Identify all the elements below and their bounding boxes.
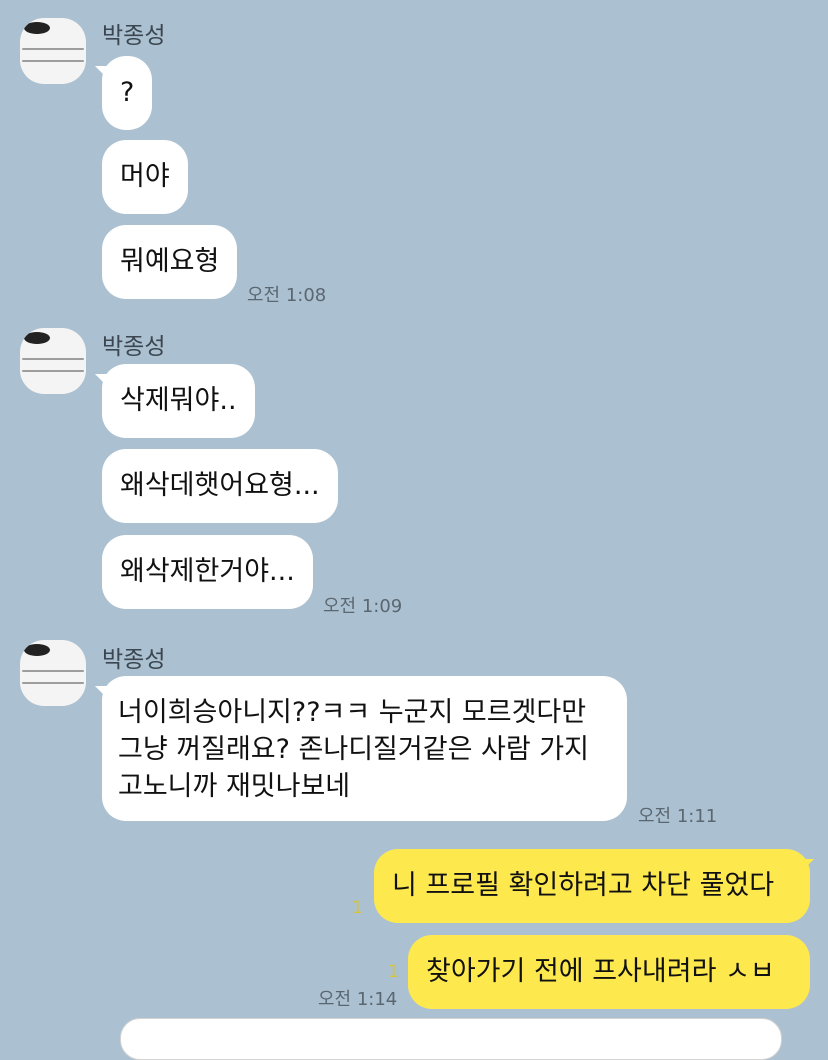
avatar-image-line: [22, 60, 84, 62]
avatar[interactable]: [20, 18, 86, 84]
message-timestamp: 오전 1:11: [638, 806, 718, 827]
avatar-image-line: [22, 370, 84, 372]
sender-name: 박종성: [102, 23, 166, 49]
avatar-image-line: [22, 682, 84, 684]
bubble-tail: [800, 859, 814, 873]
message-input-field[interactable]: [120, 1018, 782, 1060]
avatar-image-detail: [24, 644, 50, 656]
message-bubble[interactable]: 왜삭제한거야...: [102, 535, 313, 609]
avatar-image-line: [22, 670, 84, 672]
message-bubble[interactable]: 머야: [102, 140, 188, 214]
sender-name: 박종성: [102, 647, 166, 673]
message-timestamp: 오전 1:14: [318, 989, 398, 1010]
avatar-image-line: [22, 358, 84, 360]
message-timestamp: 오전 1:08: [247, 285, 327, 306]
avatar-image-line: [22, 48, 84, 50]
message-bubble[interactable]: 너이희승아니지??ㅋㅋ 누군지 모르겟다만 그냥 꺼질래요? 존나디질거같은 사…: [102, 676, 627, 821]
unread-count: 1: [352, 898, 363, 918]
message-bubble[interactable]: 삭제뭐야..: [102, 364, 255, 438]
my-message-bubble[interactable]: 니 프로필 확인하려고 차단 풀었다: [374, 849, 810, 923]
message-timestamp: 오전 1:09: [323, 596, 403, 617]
message-bubble[interactable]: ?: [102, 56, 153, 130]
sender-name: 박종성: [102, 334, 166, 360]
avatar[interactable]: [20, 640, 86, 706]
my-message-bubble[interactable]: 찾아가기 전에 프사내려라 ㅅㅂ: [408, 935, 810, 1009]
avatar[interactable]: [20, 328, 86, 394]
avatar-image-detail: [24, 22, 50, 34]
avatar-image-detail: [24, 332, 50, 344]
message-bubble[interactable]: 왜삭데햇어요형...: [102, 449, 338, 523]
unread-count: 1: [388, 962, 399, 982]
message-bubble[interactable]: 뭐예요형: [102, 225, 238, 299]
